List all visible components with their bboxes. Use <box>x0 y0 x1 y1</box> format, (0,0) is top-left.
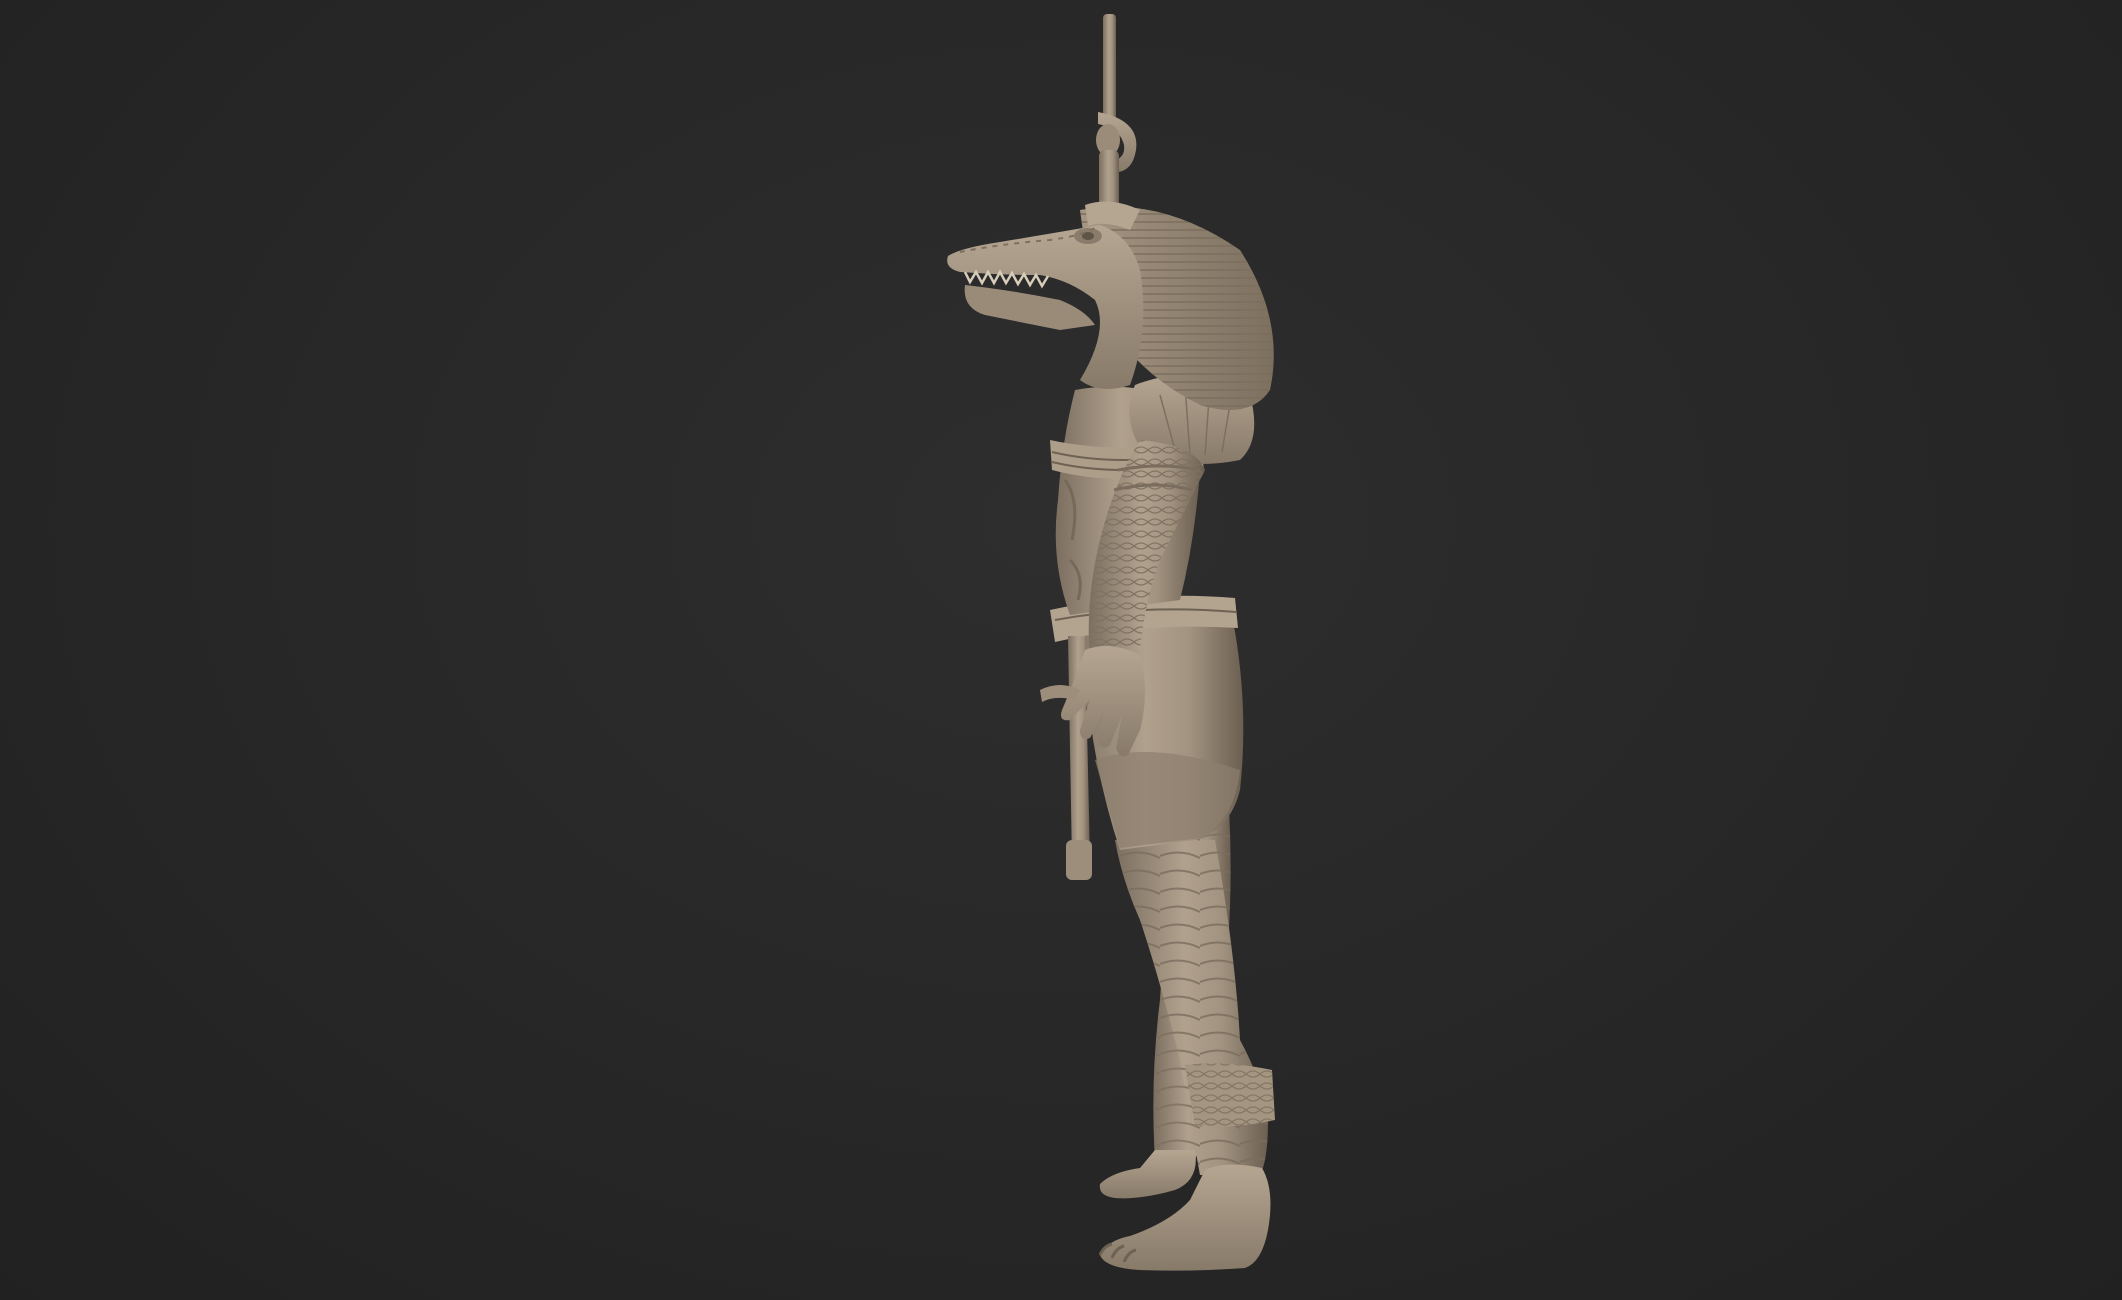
crocodile-head <box>947 225 1144 389</box>
headdress-staff <box>1096 14 1137 212</box>
viewport-canvas[interactable] <box>0 0 2122 1300</box>
sculpt-model <box>947 14 1275 1271</box>
front-leg <box>1098 840 1275 1271</box>
